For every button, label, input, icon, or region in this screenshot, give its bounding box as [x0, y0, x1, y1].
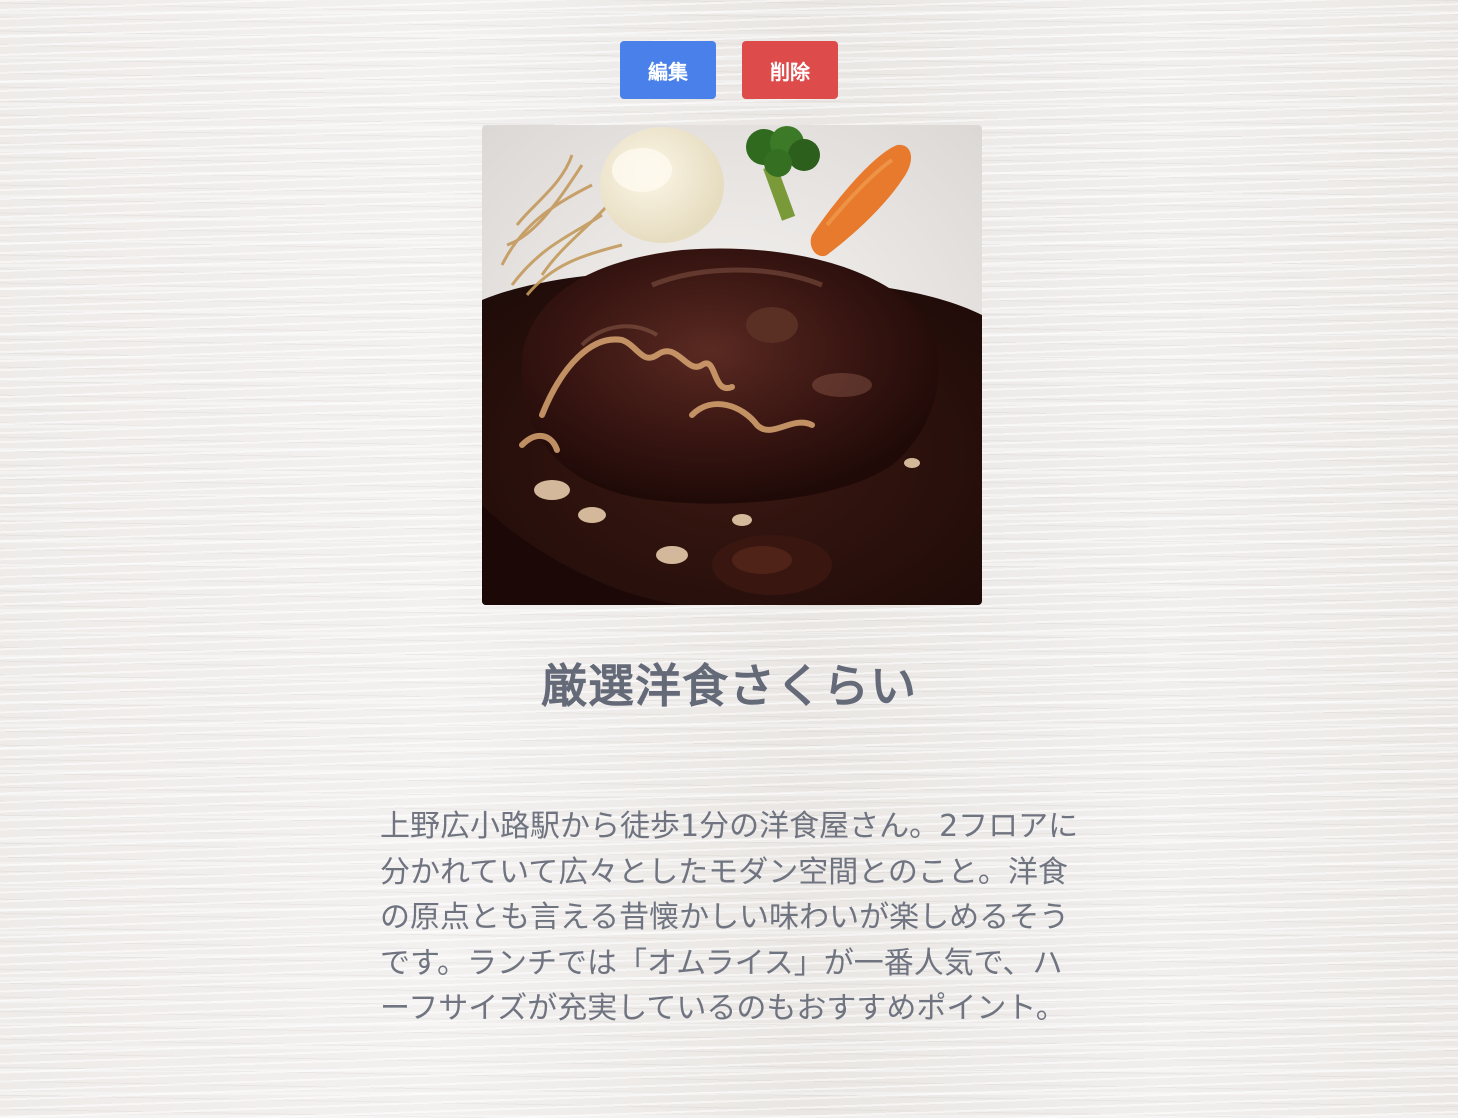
dish-image	[482, 125, 982, 605]
restaurant-description: 上野広小路駅から徒歩1分の洋食屋さん。2フロアに分かれていて広々としたモダン空間…	[380, 809, 1079, 1026]
edit-button[interactable]: 編集	[620, 41, 716, 99]
restaurant-name: 厳選洋食さくらい	[541, 659, 917, 713]
delete-button[interactable]: 削除	[742, 41, 838, 99]
restaurant-photo	[482, 125, 982, 605]
action-bar: 編集 削除	[0, 41, 1458, 99]
